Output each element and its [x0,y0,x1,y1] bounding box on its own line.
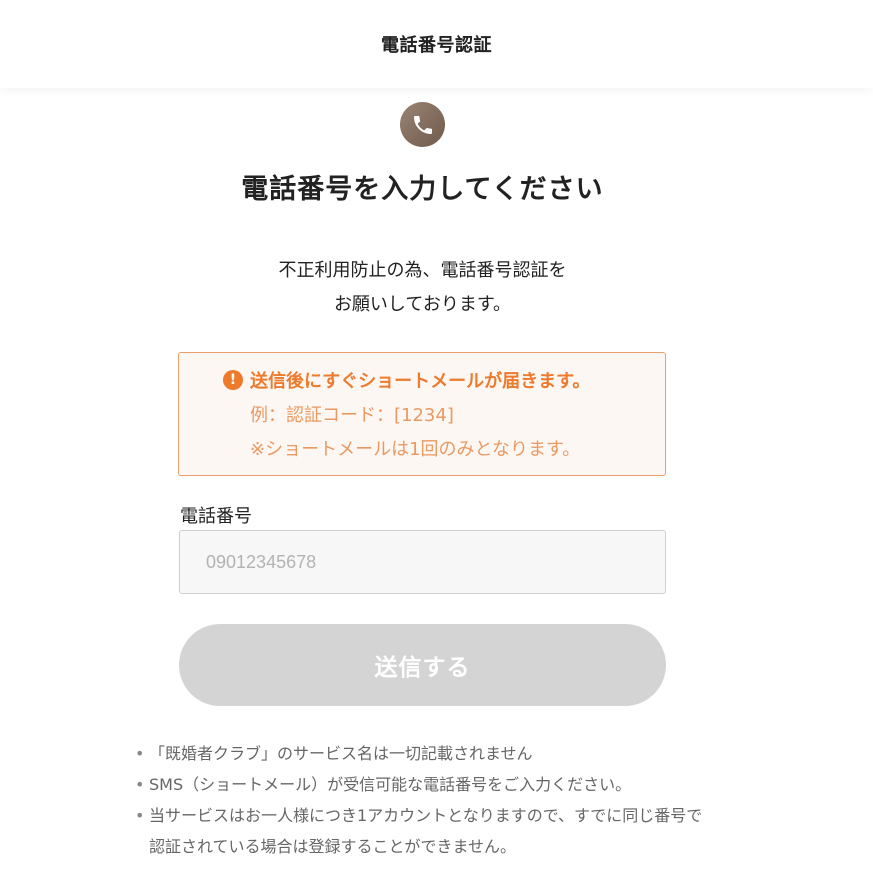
phone-label: 電話番号 [180,506,252,527]
notice-limit: ※ショートメールは1回のみとなります。 [250,439,581,460]
notice-example: 例：認証コード：[1234] [250,405,454,426]
phone-icon [400,102,445,147]
note-text: 当サービスはお一人様につき1アカウントとなりますので、すでに同じ番号で認証されて… [149,806,703,856]
lead-text: 不正利用防止の為、電話番号認証を お願いしております。 [0,254,845,322]
note-bullet: • [135,806,145,825]
main-heading: 電話番号を入力してください [241,174,604,205]
phone-icon-glyph [413,115,432,134]
notice-title: 送信後にすぐショートメールが届きます。 [250,371,591,392]
note-item: • SMS（ショートメール）が受信可能な電話番号をご入力ください。 [133,769,733,800]
app-header: 電話番号認証 [0,0,873,88]
notice-header: ! 送信後にすぐショートメールが届きます。 [223,367,590,393]
submit-button[interactable]: 送信する [179,624,666,706]
note-item: • 当サービスはお一人様につき1アカウントとなりますので、すでに同じ番号で認証さ… [133,800,733,862]
note-text: SMS（ショートメール）が受信可能な電話番号をご入力ください。 [149,775,632,794]
note-bullet: • [135,744,145,763]
lead-line-1: 不正利用防止の為、電話番号認証を [278,260,567,281]
phone-number-input[interactable] [179,530,666,594]
exclamation-icon: ! [223,370,243,390]
note-text: 「既婚者クラブ」のサービス名は一切記載されません [149,744,533,763]
note-item: • 「既婚者クラブ」のサービス名は一切記載されません [133,738,733,769]
notes-list: • 「既婚者クラブ」のサービス名は一切記載されません • SMS（ショートメール… [133,738,733,862]
note-bullet: • [135,775,145,794]
sms-notice-box: ! 送信後にすぐショートメールが届きます。 例：認証コード：[1234] ※ショ… [178,352,666,476]
page-title: 電話番号認証 [381,35,492,56]
lead-line-2: お願いしております。 [333,294,512,315]
